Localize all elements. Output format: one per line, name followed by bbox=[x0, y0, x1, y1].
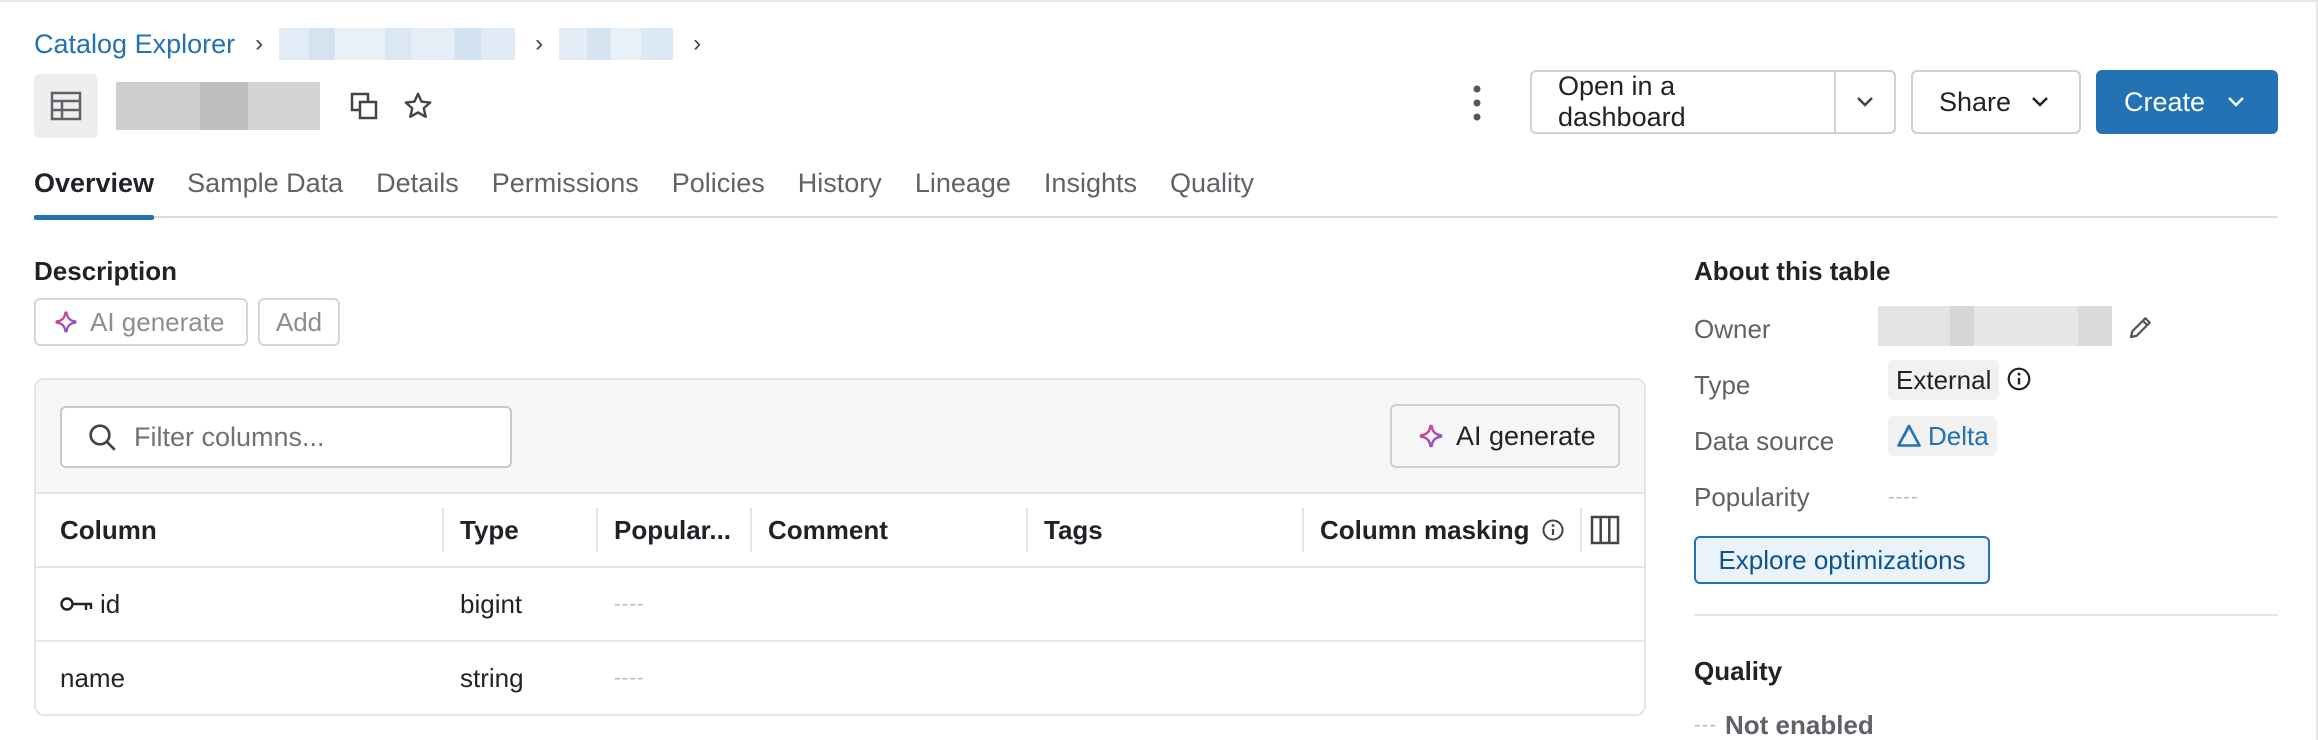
column-name: id bbox=[100, 588, 121, 619]
data-source-link[interactable]: Delta bbox=[1888, 416, 1997, 456]
column-settings-icon[interactable] bbox=[1590, 494, 1620, 566]
breadcrumb-schema-redacted[interactable] bbox=[559, 28, 674, 60]
info-icon[interactable] bbox=[1541, 518, 1565, 542]
column-type: bigint bbox=[460, 588, 523, 619]
breadcrumb-separator: › bbox=[693, 30, 702, 57]
description-heading: Description bbox=[34, 256, 178, 286]
header-popularity[interactable]: Popular... bbox=[598, 494, 731, 566]
ai-generate-label: AI generate bbox=[1456, 420, 1596, 451]
tab-quality[interactable]: Quality bbox=[1170, 160, 1254, 218]
tab-sample-data[interactable]: Sample Data bbox=[187, 160, 343, 218]
sidebar-divider bbox=[1694, 614, 2278, 616]
data-source-label: Data source bbox=[1694, 426, 1835, 456]
type-value-chip: External bbox=[1888, 360, 2000, 400]
popularity-label: Popularity bbox=[1694, 482, 1810, 512]
column-resize-handle[interactable] bbox=[1580, 508, 1582, 552]
key-icon bbox=[60, 597, 93, 611]
ai-generate-label: AI generate bbox=[90, 306, 225, 337]
column-name-cell: id bbox=[60, 568, 120, 640]
open-in-dashboard-label[interactable]: Open in a dashboard bbox=[1532, 71, 1836, 132]
column-popularity: ---- bbox=[614, 592, 645, 615]
quality-heading: Quality bbox=[1694, 656, 1783, 686]
more-options-icon[interactable] bbox=[1462, 80, 1492, 126]
sparkle-icon bbox=[55, 311, 77, 333]
tab-permissions[interactable]: Permissions bbox=[492, 160, 639, 218]
columns-panel: AI generate Column Type Popular... Comme… bbox=[34, 378, 1646, 716]
tab-overview[interactable]: Overview bbox=[34, 160, 155, 220]
tab-insights[interactable]: Insights bbox=[1044, 160, 1137, 218]
filter-columns-field[interactable] bbox=[60, 406, 512, 468]
table-name-redacted bbox=[116, 82, 320, 130]
columns-toolbar: AI generate bbox=[36, 380, 1644, 494]
share-label: Share bbox=[1939, 86, 2012, 117]
copy-icon[interactable] bbox=[344, 86, 384, 126]
info-icon[interactable] bbox=[2006, 366, 2032, 399]
chevron-down-icon bbox=[2228, 97, 2244, 107]
create-button[interactable]: Create bbox=[2096, 70, 2278, 134]
star-icon[interactable] bbox=[398, 86, 438, 126]
header-tags[interactable]: Tags bbox=[1028, 494, 1103, 566]
add-description-button[interactable]: Add bbox=[258, 298, 340, 346]
header-comment[interactable]: Comment bbox=[752, 494, 888, 566]
header-type[interactable]: Type bbox=[444, 494, 519, 566]
quality-status: --- Not enabled bbox=[1694, 710, 1874, 740]
breadcrumb-catalog-explorer[interactable]: Catalog Explorer bbox=[34, 29, 235, 60]
popularity-value: ---- bbox=[1888, 486, 1919, 508]
header-column[interactable]: Column bbox=[44, 494, 157, 566]
create-label: Create bbox=[2124, 86, 2206, 117]
breadcrumb-separator: › bbox=[535, 30, 544, 57]
data-source-value: Delta bbox=[1928, 420, 1989, 451]
column-type: string bbox=[460, 662, 524, 693]
search-icon bbox=[89, 424, 116, 451]
table-row[interactable]: name string ---- bbox=[36, 642, 1644, 714]
share-button[interactable]: Share bbox=[1911, 70, 2081, 134]
table-row[interactable]: id bigint ---- bbox=[36, 568, 1644, 642]
owner-redacted bbox=[1878, 306, 2112, 346]
breadcrumb-separator: › bbox=[255, 30, 264, 57]
type-label: Type bbox=[1694, 370, 1751, 400]
tab-policies[interactable]: Policies bbox=[672, 160, 765, 218]
quality-status-dashes: --- bbox=[1694, 714, 1717, 736]
delta-icon bbox=[1897, 424, 1921, 447]
sparkle-icon bbox=[1419, 424, 1443, 448]
tab-lineage[interactable]: Lineage bbox=[915, 160, 1011, 218]
tab-bar: Overview Sample Data Details Permissions… bbox=[34, 160, 2278, 220]
tab-history[interactable]: History bbox=[798, 160, 882, 218]
quality-status-label: Not enabled bbox=[1724, 710, 1874, 740]
chevron-down-icon bbox=[2032, 97, 2048, 107]
table-icon bbox=[34, 74, 98, 138]
owner-label: Owner bbox=[1694, 314, 1771, 344]
header-column-masking-label: Column masking bbox=[1320, 514, 1530, 545]
breadcrumb-catalog-redacted[interactable] bbox=[279, 28, 516, 60]
ai-generate-columns-button[interactable]: AI generate bbox=[1390, 404, 1620, 468]
ai-generate-description-button[interactable]: AI generate bbox=[34, 298, 248, 346]
header-column-masking[interactable]: Column masking bbox=[1304, 494, 1565, 566]
tab-details[interactable]: Details bbox=[376, 160, 459, 218]
explore-optimizations-button[interactable]: Explore optimizations bbox=[1694, 536, 1990, 584]
edit-owner-icon[interactable] bbox=[2126, 312, 2156, 349]
column-name: name bbox=[60, 662, 126, 693]
table-title-bar bbox=[34, 74, 438, 138]
about-heading: About this table bbox=[1694, 256, 1891, 286]
dashboard-dropdown-chevron-icon[interactable] bbox=[1836, 72, 1894, 132]
filter-columns-input[interactable] bbox=[134, 421, 494, 453]
column-popularity: ---- bbox=[614, 666, 645, 689]
open-in-dashboard-button[interactable]: Open in a dashboard bbox=[1530, 70, 1896, 134]
breadcrumb: Catalog Explorer › › › bbox=[34, 24, 717, 64]
columns-table-header: Column Type Popular... Comment Tags Colu… bbox=[36, 494, 1644, 568]
